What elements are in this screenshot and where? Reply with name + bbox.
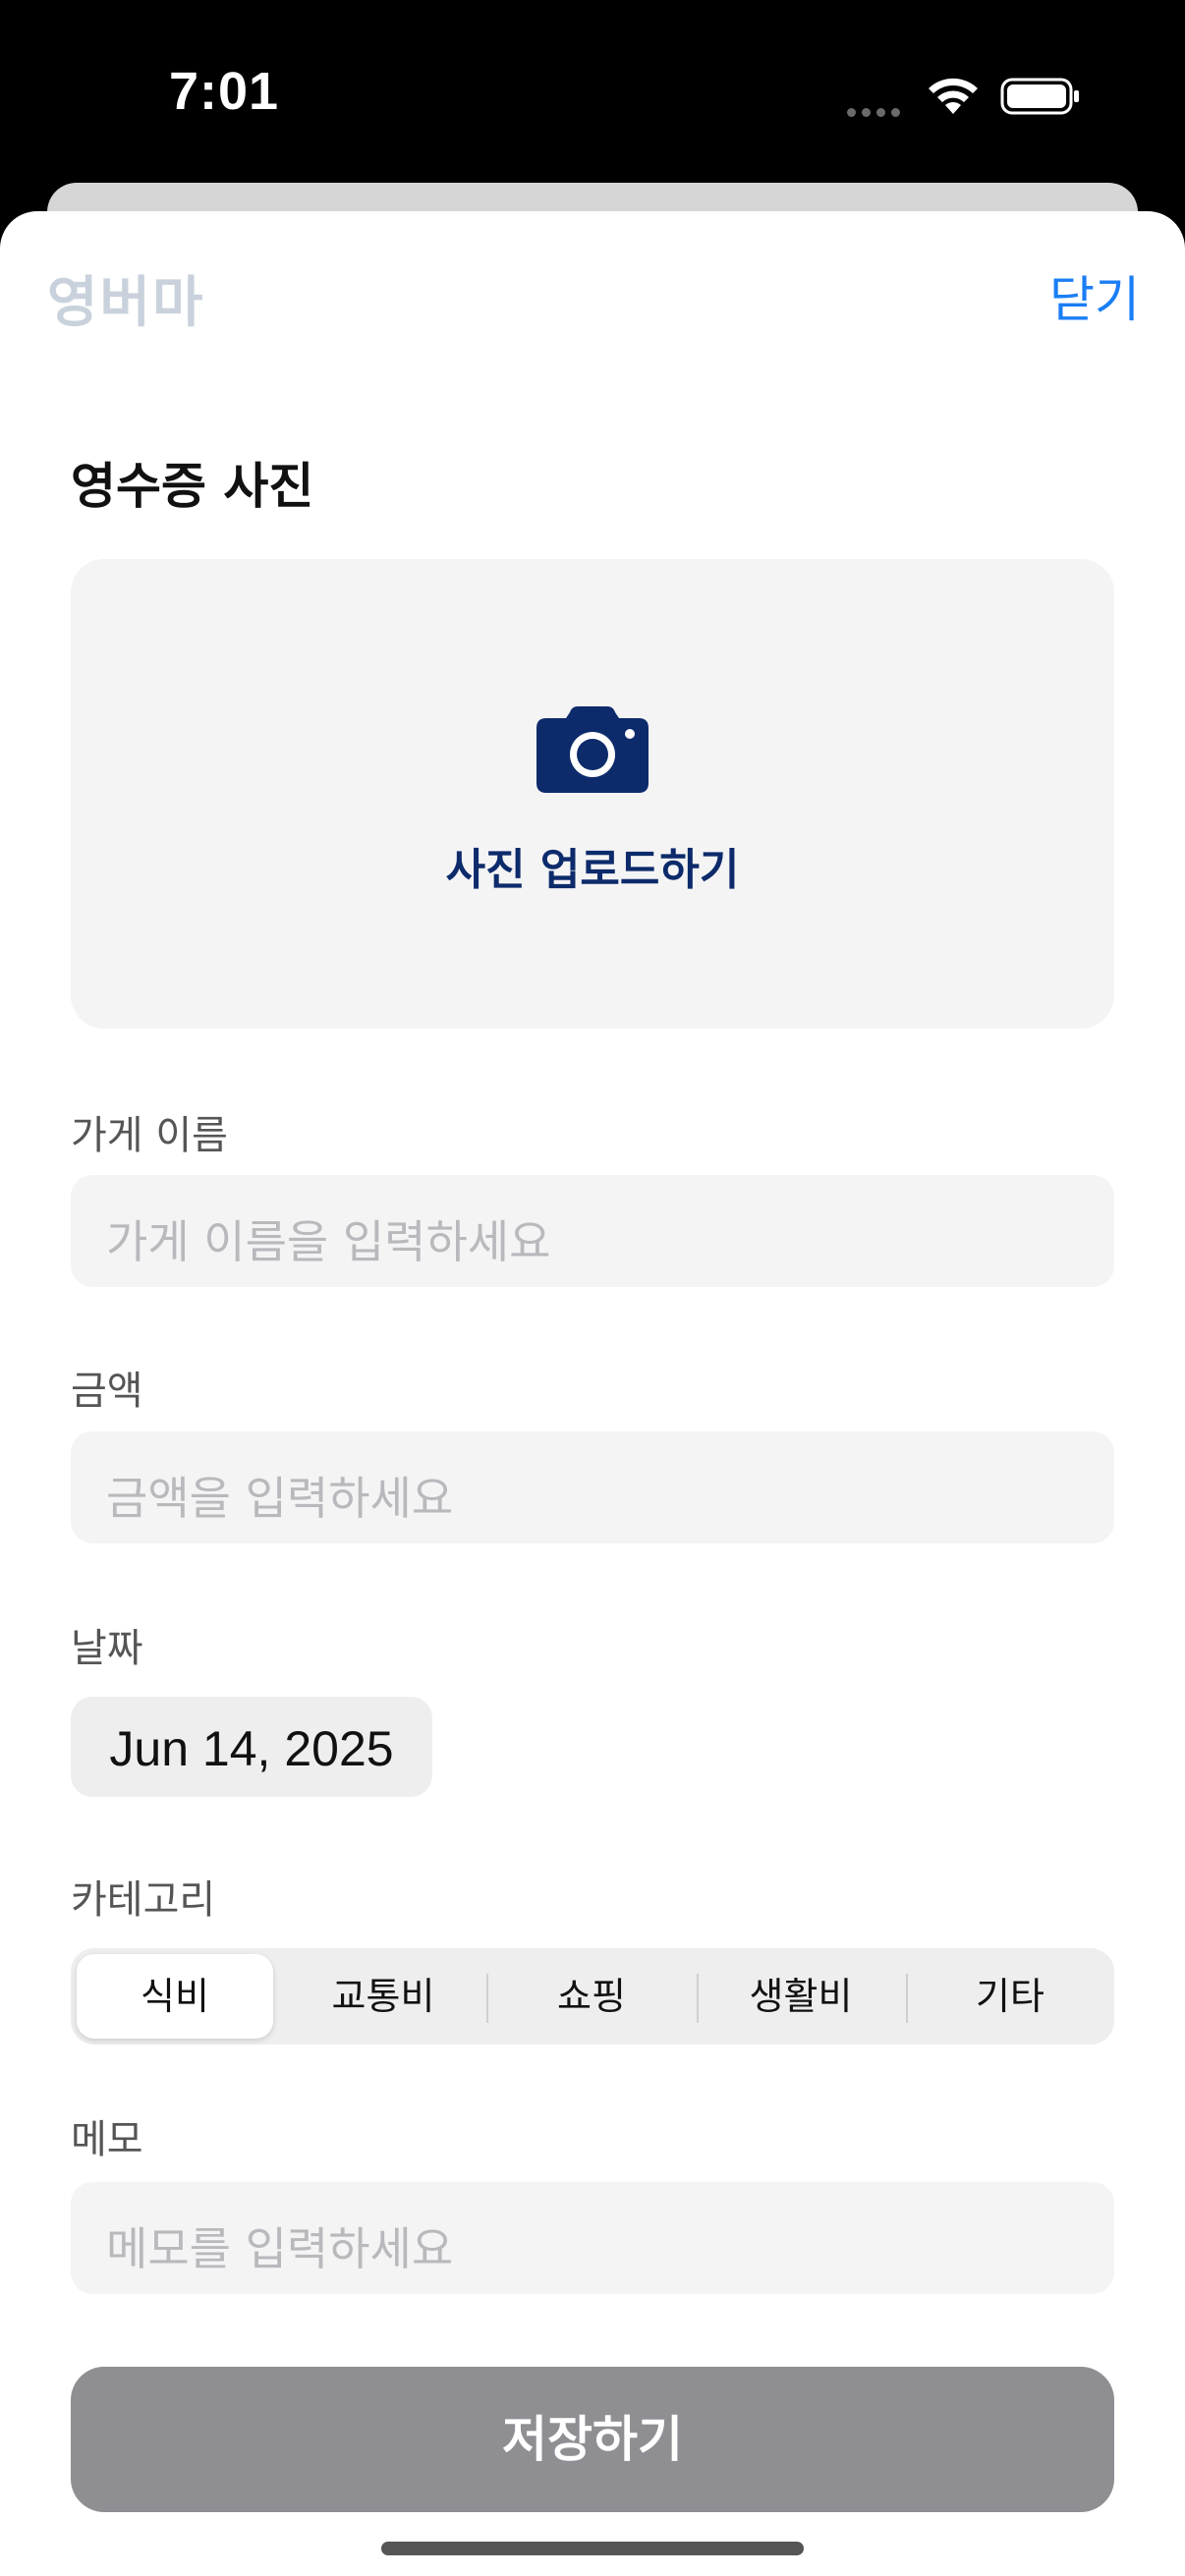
memo-input[interactable]: 메모를 입력하세요 (71, 2182, 1114, 2294)
status-time: 7:01 (169, 62, 280, 121)
close-button[interactable]: 닫기 (1049, 260, 1140, 331)
photo-upload-button[interactable]: 사진 업로드하기 (71, 559, 1114, 1029)
segment-divider (906, 1974, 908, 2023)
add-receipt-sheet: 영버마 닫기 영수증 사진 사진 업로드하기 가게 이름 가게 이름을 입력하세… (0, 211, 1185, 2576)
amount-label: 금액 (71, 1369, 143, 1414)
screen: 7:01 영버마 닫기 영수증 사진 사진 업로드하기 가게 이름 가게 이름을… (0, 0, 1185, 2576)
camera-icon (536, 706, 649, 793)
store-name-placeholder: 가게 이름을 입력하세요 (106, 1215, 551, 1268)
category-option-transport[interactable]: 교통비 (285, 1954, 481, 2039)
battery-icon (1000, 78, 1079, 115)
category-option-other[interactable]: 기타 (912, 1954, 1108, 2039)
category-option-living[interactable]: 생활비 (703, 1954, 899, 2039)
date-picker[interactable]: Jun 14, 2025 (71, 1697, 432, 1797)
upload-label: 사진 업로드하기 (445, 845, 740, 895)
amount-placeholder: 금액을 입력하세요 (106, 1472, 454, 1525)
store-name-input[interactable]: 가게 이름을 입력하세요 (71, 1175, 1114, 1287)
amount-input[interactable]: 금액을 입력하세요 (71, 1431, 1114, 1543)
store-name-label: 가게 이름 (71, 1113, 228, 1158)
segment-divider (486, 1974, 488, 2023)
cellular-signal-icon (847, 102, 906, 121)
date-value: Jun 14, 2025 (109, 1721, 394, 1776)
memo-label: 메모 (71, 2117, 143, 2162)
date-label: 날짜 (71, 1626, 143, 1671)
wifi-icon (929, 78, 978, 114)
category-label: 카테고리 (71, 1877, 216, 1923)
category-option-shopping[interactable]: 쇼핑 (493, 1954, 690, 2039)
category-option-food[interactable]: 식비 (77, 1954, 273, 2039)
app-logo: 영버마 (47, 271, 205, 335)
segment-divider (697, 1974, 699, 2023)
home-indicator (381, 2542, 804, 2555)
save-button[interactable]: 저장하기 (71, 2367, 1114, 2512)
receipt-section-title: 영수증 사진 (71, 458, 314, 515)
status-bar: 7:01 (0, 0, 1185, 187)
category-segmented-control: 식비 교통비 쇼핑 생활비 기타 (71, 1948, 1114, 2044)
memo-placeholder: 메모를 입력하세요 (106, 2222, 454, 2275)
